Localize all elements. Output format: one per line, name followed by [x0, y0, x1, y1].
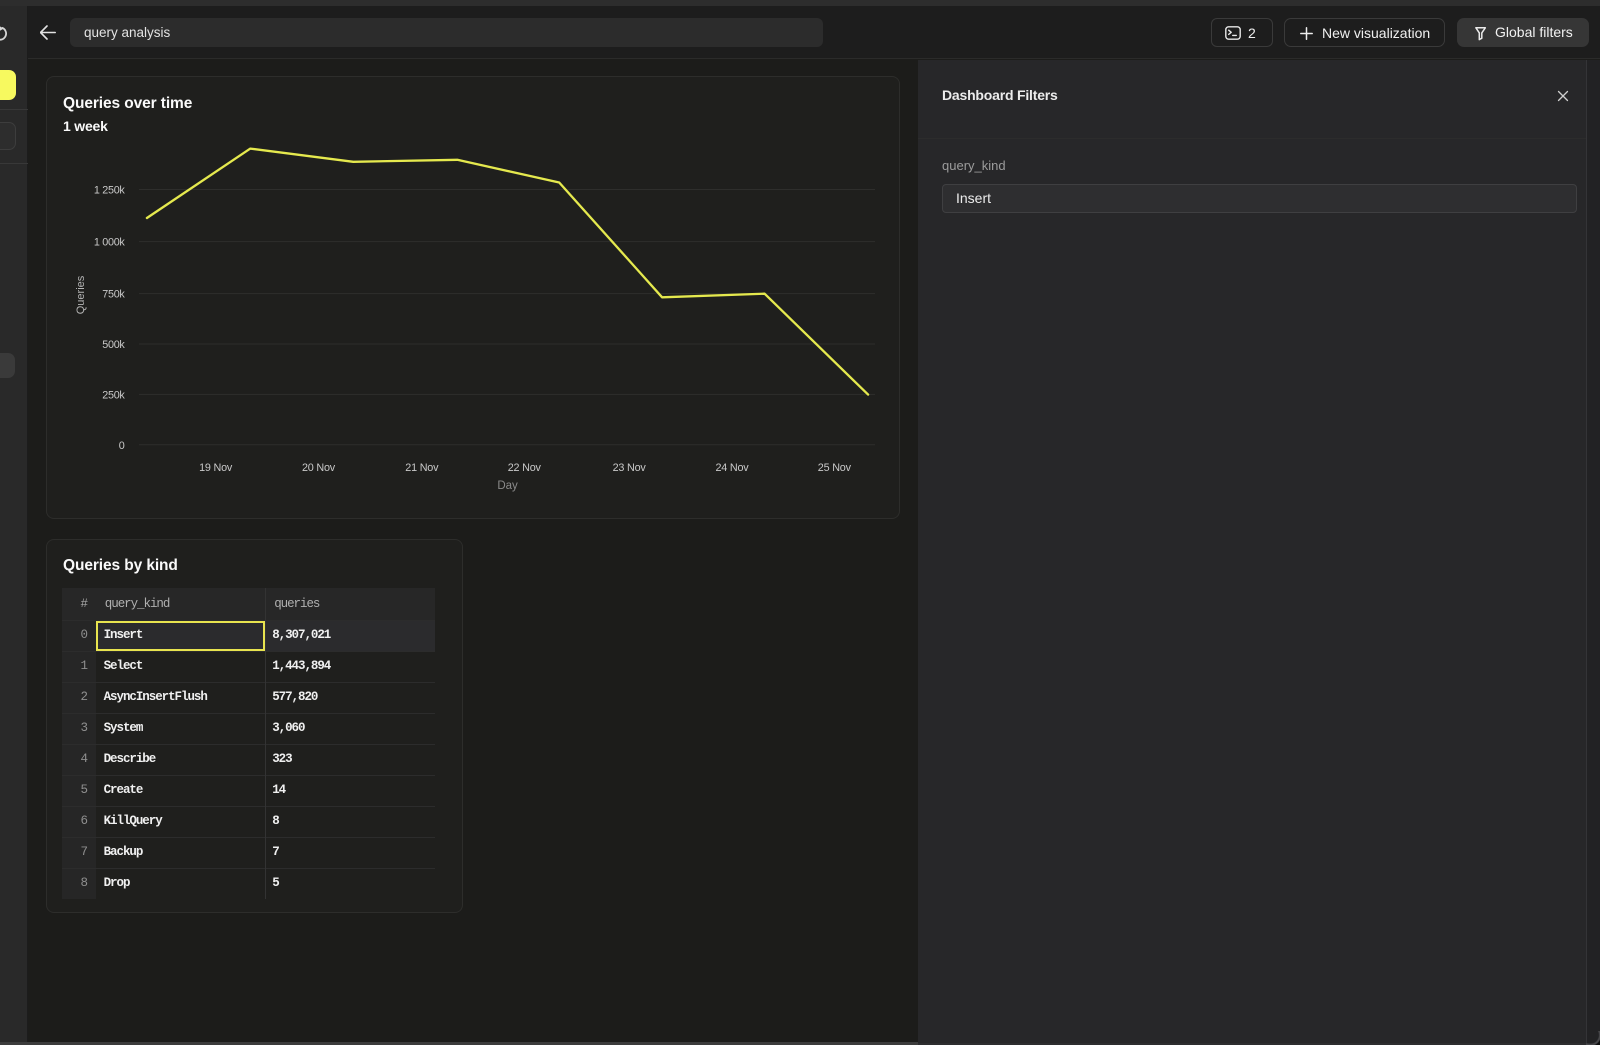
svg-text:250k: 250k: [102, 389, 125, 401]
svg-text:Day: Day: [497, 480, 518, 492]
svg-text:1 250k: 1 250k: [94, 185, 126, 197]
svg-text:0: 0: [119, 440, 125, 452]
svg-text:Queries: Queries: [75, 275, 87, 314]
svg-text:750k: 750k: [102, 289, 125, 301]
svg-text:22 Nov: 22 Nov: [508, 462, 542, 474]
svg-text:24 Nov: 24 Nov: [715, 462, 749, 474]
svg-text:1 000k: 1 000k: [94, 237, 126, 249]
svg-text:23 Nov: 23 Nov: [613, 462, 647, 474]
svg-text:20 Nov: 20 Nov: [302, 462, 336, 474]
svg-text:500k: 500k: [102, 339, 125, 351]
svg-text:21 Nov: 21 Nov: [405, 462, 439, 474]
svg-text:25 Nov: 25 Nov: [818, 462, 852, 474]
svg-text:19 Nov: 19 Nov: [199, 462, 233, 474]
